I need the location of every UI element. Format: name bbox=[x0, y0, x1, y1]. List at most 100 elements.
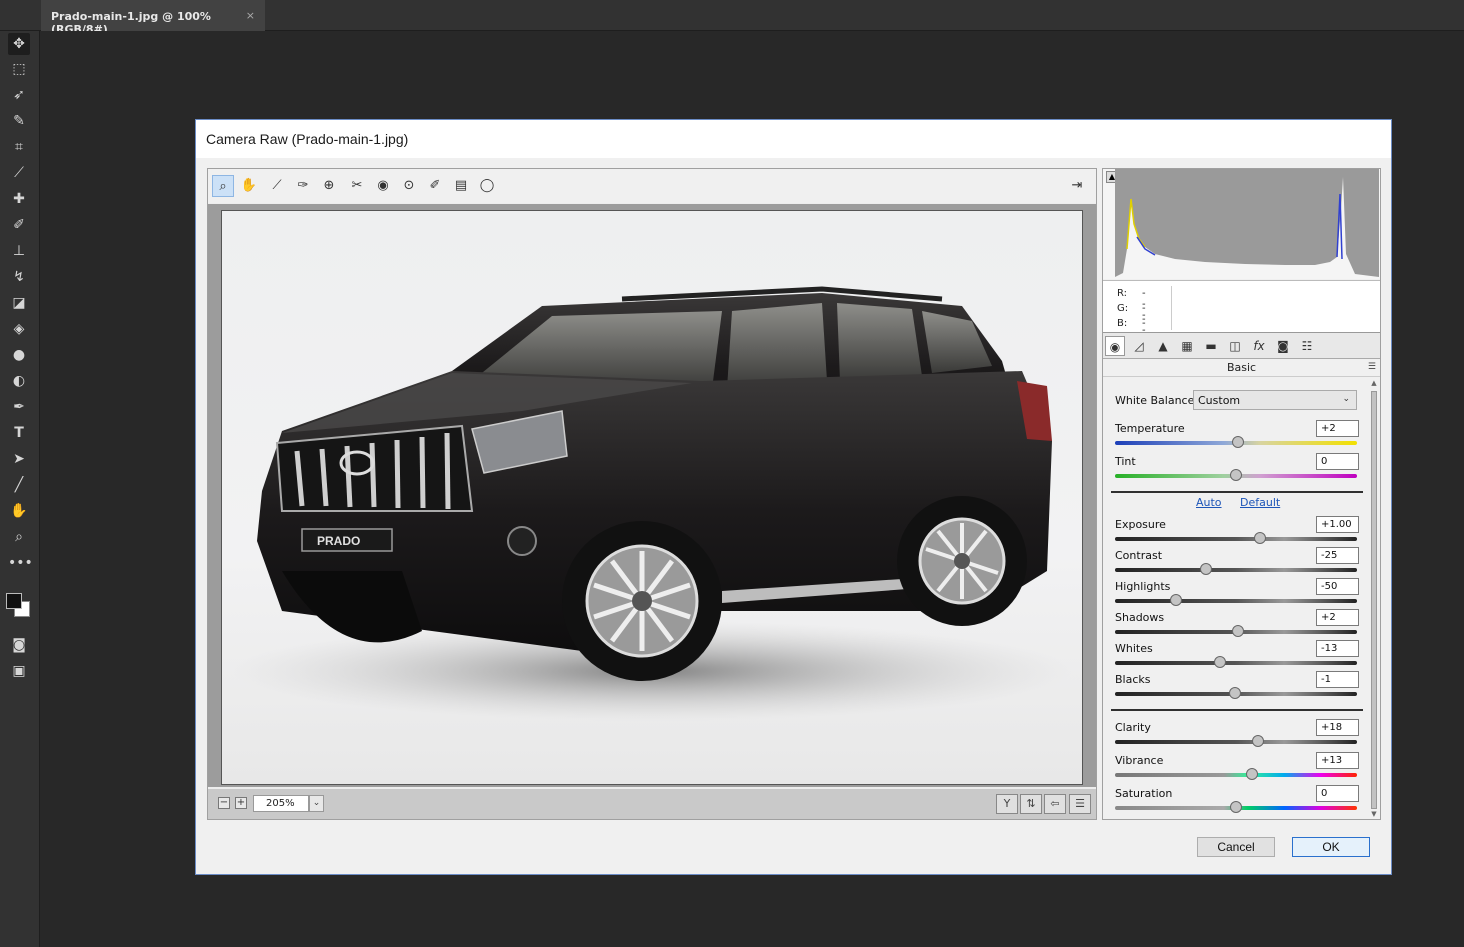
preview-image[interactable]: PRADO bbox=[221, 210, 1083, 785]
contrast-slider[interactable]: Contrast -25 bbox=[1115, 547, 1359, 579]
document-tab[interactable]: Prado-main-1.jpg @ 100% (RGB/8#) × bbox=[41, 0, 265, 36]
vibrance-value-field[interactable]: +13 bbox=[1316, 752, 1359, 769]
brush-tool-icon[interactable]: ✐ bbox=[8, 214, 30, 236]
clarity-value-field[interactable]: +18 bbox=[1316, 719, 1359, 736]
blacks-slider[interactable]: Blacks -1 bbox=[1115, 671, 1359, 703]
temperature-slider[interactable]: Temperature +2 bbox=[1115, 420, 1359, 452]
saturation-value-field[interactable]: 0 bbox=[1316, 785, 1359, 802]
panel-menu-icon[interactable]: ☰ bbox=[1368, 362, 1376, 372]
tab-basic-icon[interactable]: ◉ bbox=[1105, 336, 1125, 356]
zoom-in-button[interactable]: + bbox=[235, 797, 247, 809]
clarity-track[interactable] bbox=[1115, 740, 1357, 744]
adjustment-brush-icon[interactable]: ✐ bbox=[424, 175, 446, 197]
cancel-button[interactable]: Cancel bbox=[1197, 837, 1275, 857]
rgb-readout: R:--- G:--- B:--- bbox=[1103, 280, 1380, 351]
vibrance-slider[interactable]: Vibrance +13 bbox=[1115, 752, 1359, 784]
whites-track[interactable] bbox=[1115, 661, 1357, 665]
tab-split-toning-icon[interactable]: ▬ bbox=[1201, 336, 1221, 356]
highlights-track[interactable] bbox=[1115, 599, 1357, 603]
contrast-track[interactable] bbox=[1115, 568, 1357, 572]
zoom-dropdown-chevron-icon[interactable]: ⌄ bbox=[309, 795, 324, 812]
tint-value-field[interactable]: 0 bbox=[1316, 453, 1359, 470]
history-brush-tool-icon[interactable]: ↯ bbox=[8, 266, 30, 288]
tab-detail-icon[interactable]: ▲ bbox=[1153, 336, 1173, 356]
pen-tool-icon[interactable]: ✒ bbox=[8, 396, 30, 418]
hand-icon[interactable]: ✋ bbox=[238, 175, 260, 197]
foreground-background-color-icon[interactable] bbox=[4, 593, 32, 621]
preview-preferences-icon[interactable]: ☰ bbox=[1069, 794, 1091, 814]
eraser-tool-icon[interactable]: ◪ bbox=[8, 292, 30, 314]
transform-icon[interactable]: ✂ bbox=[346, 175, 368, 197]
red-eye-icon[interactable]: ⊙ bbox=[398, 175, 420, 197]
before-after-icon[interactable]: Y bbox=[996, 794, 1018, 814]
clone-stamp-tool-icon[interactable]: ⊥ bbox=[8, 240, 30, 262]
eyedropper-tool-icon[interactable]: ⟋ bbox=[8, 162, 30, 184]
path-selection-tool-icon[interactable]: ➤ bbox=[8, 448, 30, 470]
tab-camera-calibration-icon[interactable]: ◙ bbox=[1273, 336, 1293, 356]
tab-tone-curve-icon[interactable]: ◿ bbox=[1129, 336, 1149, 356]
saturation-slider[interactable]: Saturation 0 bbox=[1115, 785, 1359, 817]
shadows-slider[interactable]: Shadows +2 bbox=[1115, 609, 1359, 641]
zoom-level-field[interactable]: 205% bbox=[253, 795, 309, 812]
zoom-tool-icon[interactable]: ⌕ bbox=[8, 526, 30, 548]
swap-settings-icon[interactable]: ⇅ bbox=[1020, 794, 1042, 814]
auto-link[interactable]: Auto bbox=[1196, 496, 1222, 509]
quick-selection-tool-icon[interactable]: ✎ bbox=[8, 110, 30, 132]
exposure-value-field[interactable]: +1.00 bbox=[1316, 516, 1359, 533]
blur-tool-icon[interactable]: ● bbox=[8, 344, 30, 366]
highlights-value-field[interactable]: -50 bbox=[1316, 578, 1359, 595]
white-balance-select[interactable]: Custom ⌄ bbox=[1193, 390, 1357, 410]
whites-value-field[interactable]: -13 bbox=[1316, 640, 1359, 657]
zoom-out-button[interactable]: − bbox=[218, 797, 230, 809]
tab-effects-icon[interactable]: fx bbox=[1249, 336, 1269, 356]
tab-hsl-icon[interactable]: ▦ bbox=[1177, 336, 1197, 356]
line-tool-icon[interactable]: ╱ bbox=[8, 474, 30, 496]
shadows-value-field[interactable]: +2 bbox=[1316, 609, 1359, 626]
graduated-filter-icon[interactable]: ▤ bbox=[450, 175, 472, 197]
close-tab-icon[interactable]: × bbox=[246, 9, 255, 22]
blacks-value-field[interactable]: -1 bbox=[1316, 671, 1359, 688]
highlights-slider[interactable]: Highlights -50 bbox=[1115, 578, 1359, 610]
scroll-down-icon[interactable]: ▼ bbox=[1369, 810, 1379, 818]
move-tool-icon[interactable]: ✥ bbox=[8, 33, 30, 55]
contrast-value-field[interactable]: -25 bbox=[1316, 547, 1359, 564]
exposure-track[interactable] bbox=[1115, 537, 1357, 541]
zoom-icon[interactable]: ⌕ bbox=[212, 175, 234, 197]
more-tools-icon[interactable]: ••• bbox=[8, 552, 33, 574]
marquee-tool-icon[interactable]: ⬚ bbox=[8, 58, 30, 80]
ok-button[interactable]: OK bbox=[1292, 837, 1370, 857]
vibrance-track[interactable] bbox=[1115, 773, 1357, 777]
radial-filter-icon[interactable]: ◯ bbox=[476, 175, 498, 197]
white-balance-label: White Balance: bbox=[1115, 394, 1199, 407]
temperature-value-field[interactable]: +2 bbox=[1316, 420, 1359, 437]
quick-mask-icon[interactable]: ◙ bbox=[8, 634, 30, 656]
hand-tool-icon[interactable]: ✋ bbox=[8, 500, 30, 522]
panel-scrollbar[interactable]: ▲ ▼ bbox=[1369, 379, 1379, 819]
copy-settings-icon[interactable]: ⇦ bbox=[1044, 794, 1066, 814]
color-sampler-icon[interactable]: ✑ bbox=[292, 175, 314, 197]
targeted-adjustment-icon[interactable]: ⊕ bbox=[318, 175, 340, 197]
tint-label: Tint bbox=[1115, 455, 1136, 468]
healing-brush-tool-icon[interactable]: ✚ bbox=[8, 188, 30, 210]
clarity-label: Clarity bbox=[1115, 721, 1151, 734]
scroll-thumb[interactable] bbox=[1371, 391, 1377, 809]
tab-presets-icon[interactable]: ☷ bbox=[1297, 336, 1317, 356]
screen-mode-icon[interactable]: ▣ bbox=[8, 660, 30, 682]
temperature-label: Temperature bbox=[1115, 422, 1185, 435]
paint-bucket-tool-icon[interactable]: ◈ bbox=[8, 318, 30, 340]
spot-removal-icon[interactable]: ◉ bbox=[372, 175, 394, 197]
adjustments-panel: ▲ ▲ R:--- G:--- B:--- ◉ ◿ ▲ ▦ ▬ ◫ fx ◙ bbox=[1102, 168, 1381, 820]
lasso-tool-icon[interactable]: ➶ bbox=[8, 84, 30, 106]
clarity-slider[interactable]: Clarity +18 bbox=[1115, 719, 1359, 751]
crop-tool-icon[interactable]: ⌗ bbox=[8, 136, 30, 158]
whites-slider[interactable]: Whites -13 bbox=[1115, 640, 1359, 672]
exposure-slider[interactable]: Exposure +1.00 bbox=[1115, 516, 1359, 548]
default-link[interactable]: Default bbox=[1240, 496, 1280, 509]
type-tool-icon[interactable]: T bbox=[8, 422, 30, 444]
tint-slider[interactable]: Tint 0 bbox=[1115, 453, 1359, 485]
open-preferences-icon[interactable]: ⇥ bbox=[1066, 175, 1088, 197]
white-balance-icon[interactable]: ⟋ bbox=[266, 175, 288, 197]
tab-lens-corrections-icon[interactable]: ◫ bbox=[1225, 336, 1245, 356]
scroll-up-icon[interactable]: ▲ bbox=[1369, 379, 1379, 387]
dodge-tool-icon[interactable]: ◐ bbox=[8, 370, 30, 392]
